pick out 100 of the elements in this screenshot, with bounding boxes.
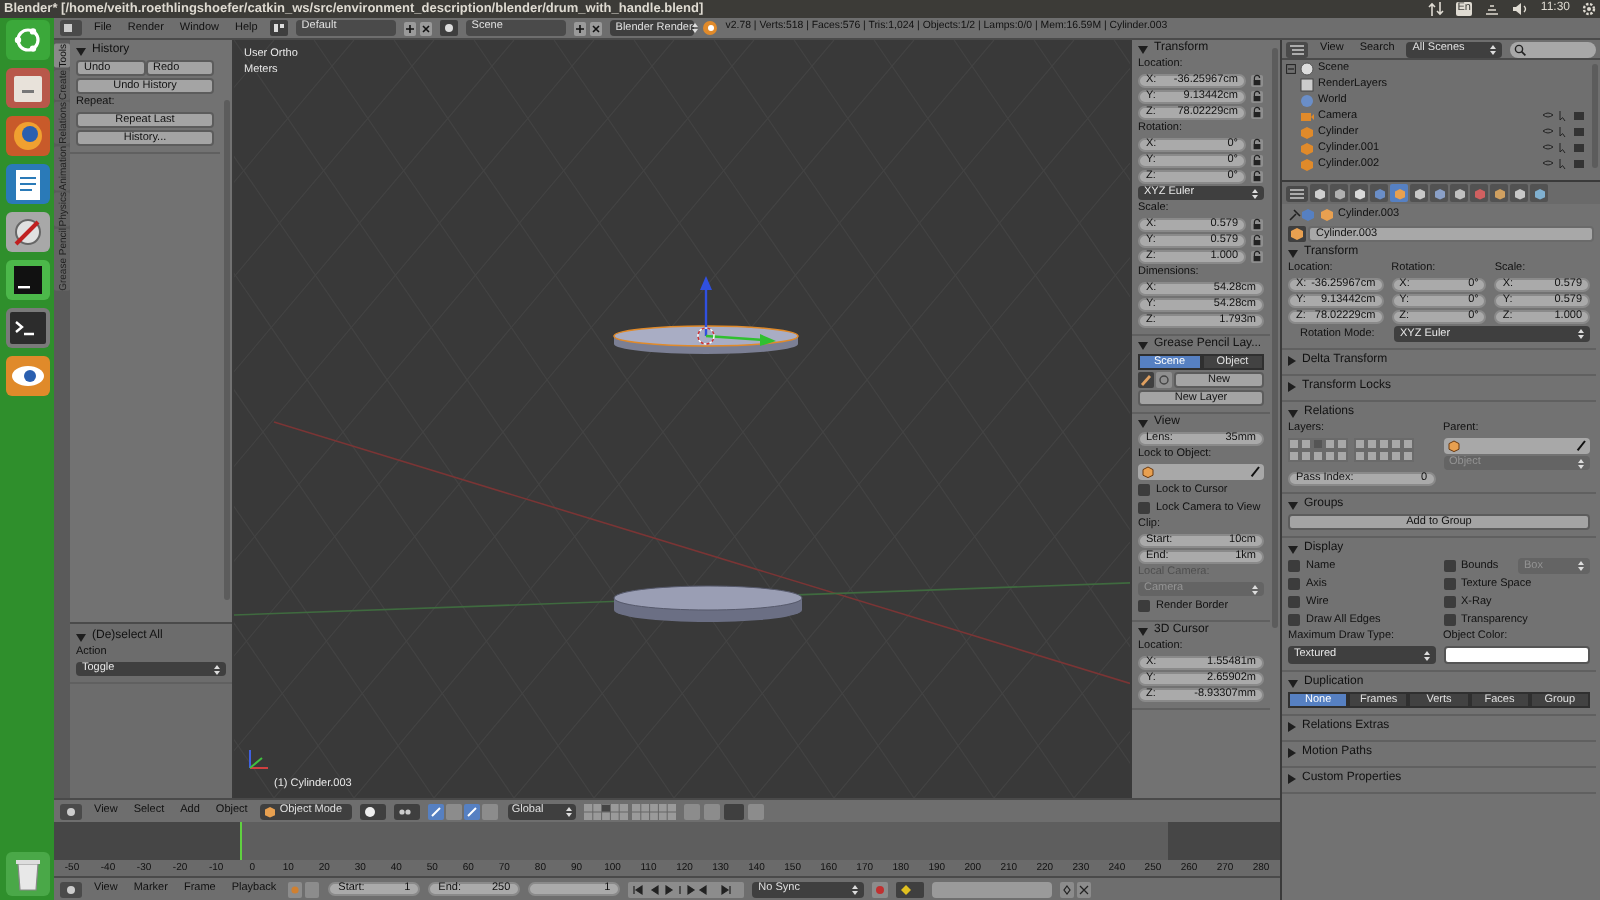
scrollbar[interactable]: [1272, 48, 1278, 628]
collapse-triangle-icon: [1288, 679, 1298, 687]
checkbox[interactable]: [1138, 600, 1150, 612]
expand-triangle-icon: [1288, 356, 1296, 366]
chevron-icon: [1578, 560, 1584, 572]
material-icon: [1473, 187, 1485, 199]
render-icon: [1313, 187, 1325, 199]
checkbox[interactable]: [1288, 560, 1300, 572]
layers-icon: [1333, 187, 1345, 199]
add-remove-icon: [573, 21, 602, 35]
properties-tab[interactable]: [1450, 184, 1468, 202]
chevron-icon: [1252, 187, 1258, 199]
properties-tab[interactable]: [1310, 184, 1328, 202]
chevron-icon: [1578, 457, 1584, 469]
chevron-icon: [1490, 43, 1497, 55]
checkbox[interactable]: [1443, 578, 1455, 590]
modifiers-icon: [1433, 187, 1445, 199]
checkbox[interactable]: [1288, 596, 1300, 608]
chevron-icon: [214, 663, 220, 675]
pencil-icon: [1138, 372, 1154, 388]
expand-triangle-icon: [1288, 748, 1296, 758]
layer-toggle[interactable]: [1366, 450, 1378, 462]
scrollbar[interactable]: [224, 100, 230, 600]
layer-toggle[interactable]: [1312, 450, 1324, 462]
browser-icon: [5, 116, 49, 156]
settings-icon: [1582, 2, 1596, 16]
properties-tab[interactable]: [1350, 184, 1368, 202]
search-field[interactable]: [1510, 41, 1596, 57]
layer-toggle[interactable]: [1288, 450, 1300, 462]
world-icon: [1373, 187, 1385, 199]
layer-toggle[interactable]: [1300, 438, 1312, 450]
properties-tab[interactable]: [1410, 184, 1428, 202]
terminal-icon: [5, 308, 49, 348]
chevron-icon: [852, 883, 859, 895]
record-icon: [872, 881, 889, 897]
collapse-triangle-icon: [1138, 627, 1148, 635]
editor-type-icon: [1286, 185, 1308, 201]
axis-widget-icon: [244, 746, 272, 774]
layer-toggle[interactable]: [1390, 438, 1402, 450]
object-field[interactable]: [1138, 464, 1264, 480]
layer-toggle[interactable]: [1402, 438, 1414, 450]
layer-toggle[interactable]: [1354, 438, 1366, 450]
chevron-icon: [565, 805, 572, 817]
world-icon: [1300, 93, 1314, 107]
pin-icon: [1288, 207, 1316, 221]
checkbox[interactable]: [1288, 614, 1300, 626]
playback-controls-icon: [628, 881, 745, 897]
layer-toggle[interactable]: [1324, 450, 1336, 462]
layer-toggle[interactable]: [1378, 450, 1390, 462]
layer-toggle[interactable]: [1390, 450, 1402, 462]
layer-toggle[interactable]: [1324, 438, 1336, 450]
object-field[interactable]: [1443, 438, 1590, 454]
properties-tab[interactable]: [1330, 184, 1348, 202]
cube-icon: [1142, 466, 1154, 478]
layer-toggle[interactable]: [1312, 438, 1324, 450]
logo-icon: [701, 20, 718, 36]
checkbox[interactable]: [1443, 614, 1455, 626]
layer-toggle[interactable]: [1336, 438, 1348, 450]
properties-tab[interactable]: [1490, 184, 1508, 202]
checkbox[interactable]: [1443, 596, 1455, 608]
collapse-triangle-icon: [76, 47, 86, 55]
properties-tab[interactable]: [1370, 184, 1388, 202]
network-icon: [1484, 2, 1501, 16]
collapse-triangle-icon: [1288, 545, 1298, 553]
layer-toggle[interactable]: [1378, 438, 1390, 450]
eyedropper-icon: [1576, 440, 1586, 452]
layer-toggle[interactable]: [1366, 438, 1378, 450]
layer-toggle[interactable]: [1336, 450, 1348, 462]
data-icon: [1453, 187, 1465, 199]
physics-icon: [1533, 187, 1545, 199]
collapse-triangle-icon: [1138, 341, 1148, 349]
search-icon: [1514, 43, 1527, 55]
properties-tab[interactable]: [1530, 184, 1548, 202]
cube-icon: [263, 805, 276, 817]
layer-toggle[interactable]: [1288, 438, 1300, 450]
collapse-triangle-icon: [1288, 249, 1298, 257]
chevron-icon: [1252, 583, 1258, 595]
trash-icon: [5, 852, 49, 896]
layer-toggle[interactable]: [1354, 450, 1366, 462]
layer-toggle[interactable]: [1300, 450, 1312, 462]
keying-set-field[interactable]: [932, 881, 1053, 897]
layer-toggle[interactable]: [1402, 450, 1414, 462]
checkbox[interactable]: [1138, 484, 1150, 496]
transfer-arrows-icon: [1427, 2, 1444, 16]
checkbox[interactable]: [1138, 502, 1150, 514]
checkbox[interactable]: [1288, 578, 1300, 590]
collapse-triangle-icon: [1288, 409, 1298, 417]
manipulator-icon: [427, 803, 500, 819]
document-icon: [5, 164, 49, 204]
eyedropper-icon: [1250, 466, 1260, 478]
expand-triangle-icon: [1288, 722, 1296, 732]
properties-tab[interactable]: [1430, 184, 1448, 202]
texture-icon: [1493, 187, 1505, 199]
color-swatch[interactable]: [1443, 646, 1590, 664]
cube-icon: [1447, 440, 1459, 452]
properties-tab[interactable]: [1510, 184, 1528, 202]
chevron-icon: [1423, 649, 1429, 661]
eye-icon: [5, 356, 49, 396]
collapse-triangle-icon: [76, 633, 86, 641]
ubuntu-logo-icon: [5, 20, 49, 60]
